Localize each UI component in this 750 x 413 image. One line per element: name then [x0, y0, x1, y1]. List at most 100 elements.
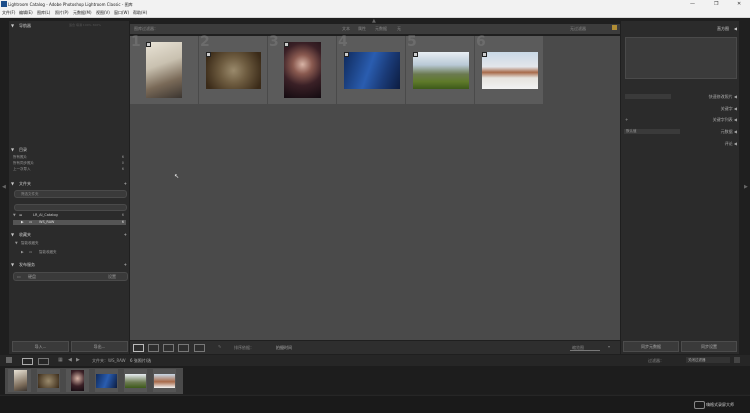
- catalog-item[interactable]: 所有照片 6: [13, 155, 126, 160]
- keywording-header[interactable]: 关键字 ◀: [623, 106, 737, 112]
- filter-attribute[interactable]: 属性: [358, 26, 366, 32]
- sync-metadata-button[interactable]: 同步元数据: [623, 341, 679, 352]
- filmstrip-thumbnail[interactable]: [95, 369, 118, 392]
- photo-count: 6 张照片/选: [130, 358, 152, 363]
- comments-header[interactable]: 评论 ◀: [623, 141, 737, 147]
- volume-item[interactable]: ▼ ▬ LR_AI_Catalog 6: [13, 213, 126, 218]
- folder-icon: ▭: [29, 220, 33, 224]
- volume-count: 6: [121, 213, 124, 217]
- menu-help[interactable]: 帮助(H): [133, 10, 147, 16]
- filmstrip-thumbnail[interactable]: [37, 369, 60, 392]
- drive-icon: ▬: [19, 213, 23, 217]
- publish-hard-drive-row[interactable]: ▭ 硬盘 设置: [13, 272, 128, 281]
- add-folder-icon[interactable]: +: [124, 181, 127, 186]
- thumbnail-cell[interactable]: 6: [475, 34, 543, 104]
- thumbnail-index: 1: [131, 34, 141, 50]
- filter-preset-dropdown[interactable]: 无过滤器: [570, 26, 586, 32]
- filter-lock-icon[interactable]: [734, 357, 740, 363]
- second-window-icon[interactable]: [38, 358, 49, 365]
- menu-window[interactable]: 窗口(W): [114, 10, 129, 16]
- minimize-button[interactable]: —: [690, 1, 695, 7]
- navigator-zoom-options[interactable]: 适合 填满 100% 300%: [69, 23, 101, 27]
- export-button[interactable]: 导出...: [71, 341, 128, 352]
- toolbar-menu-icon[interactable]: ▾: [608, 344, 610, 349]
- publish-setup-link[interactable]: 设置: [108, 274, 116, 280]
- catalog-item[interactable]: 所有同步照片 0: [13, 161, 126, 166]
- painter-icon[interactable]: ✎: [218, 344, 221, 349]
- histogram-header[interactable]: 直方图 ◀: [623, 24, 737, 32]
- thumbnail-cell[interactable]: 2: [199, 34, 267, 104]
- thumbnail-image: [146, 42, 182, 98]
- metadata-header[interactable]: 元数据 ◀: [623, 129, 737, 135]
- thumbnail-cell[interactable]: 5: [406, 34, 474, 104]
- lock-icon[interactable]: [612, 25, 617, 30]
- thumbnail-size-slider[interactable]: [570, 350, 600, 351]
- menu-view[interactable]: 视图(V): [96, 10, 110, 16]
- maximize-button[interactable]: ❐: [714, 1, 718, 7]
- thumbnail-cell[interactable]: 1: [130, 34, 198, 104]
- filter-metadata[interactable]: 元数据: [375, 26, 387, 32]
- filter-none[interactable]: 无: [397, 26, 401, 32]
- menu-edit[interactable]: 编辑(E): [19, 10, 33, 16]
- grid-view-icon[interactable]: [133, 344, 144, 352]
- publish-item-label: 硬盘: [28, 274, 36, 279]
- source-path[interactable]: 文件夹：WS_RAW: [92, 358, 126, 364]
- thumbnail-cell[interactable]: 3: [268, 34, 336, 104]
- smart-collection-icon: ▭: [29, 250, 33, 254]
- quick-develop-header[interactable]: 快速修改照片 ◀: [623, 94, 737, 100]
- right-panel-toggle-icon[interactable]: ▶: [744, 184, 748, 190]
- catalog-header[interactable]: ▼ 目录: [11, 147, 127, 153]
- loupe-view-icon[interactable]: [148, 344, 159, 352]
- photo-badge-icon: [284, 42, 289, 47]
- sync-settings-button[interactable]: 同步设置: [681, 341, 737, 352]
- publish-services-header[interactable]: ▼ 发布服务 +: [11, 262, 127, 268]
- grid-mode-icon[interactable]: ▦: [58, 357, 63, 363]
- filmstrip-thumbnail[interactable]: [153, 369, 176, 392]
- catalog-item[interactable]: 上一次导入 6: [13, 167, 126, 172]
- keyword-list-header[interactable]: 关键字列表 ◀: [623, 117, 737, 123]
- add-collection-icon[interactable]: +: [124, 232, 127, 237]
- forward-arrow-icon[interactable]: ▶: [76, 357, 80, 363]
- filmstrip-navigation-bar: ▦ ◀ ▶ 文件夹：WS_RAW 6 张照片/选 过滤器： 关闭过滤器: [0, 355, 750, 366]
- left-panel-toggle-icon[interactable]: ◀: [2, 184, 6, 190]
- collection-item[interactable]: ▶ ▭ 智能收藏夹: [13, 250, 126, 255]
- folder-search-field[interactable]: 筛选文件夹: [14, 190, 127, 198]
- menu-library[interactable]: 图库(L): [37, 10, 50, 16]
- people-view-icon[interactable]: [194, 344, 205, 352]
- secondary-window-icon[interactable]: [6, 357, 12, 363]
- collapse-triangle-icon: ▼: [11, 23, 15, 28]
- close-button[interactable]: ✕: [737, 1, 741, 7]
- thumbnail-image: [206, 52, 261, 89]
- catalog-item-label: 上一次导入: [13, 167, 31, 171]
- menu-photo[interactable]: 照片(P): [55, 10, 69, 16]
- expand-triangle-icon: ▶: [21, 220, 24, 224]
- filmstrip-thumbnail[interactable]: [124, 369, 147, 392]
- main-window-icon[interactable]: [22, 358, 33, 365]
- thumbnail-cell[interactable]: 4: [337, 34, 405, 104]
- filmstrip-thumbnail[interactable]: [66, 369, 89, 392]
- sort-dropdown[interactable]: 拍摄时间: [276, 345, 292, 351]
- menu-bar: 文件(F) 编辑(E) 图库(L) 照片(P) 元数据(M) 视图(V) 窗口(…: [0, 9, 750, 18]
- filter-text[interactable]: 文本: [342, 26, 350, 32]
- expand-triangle-icon: ▼: [15, 241, 18, 245]
- window-title: Lightroom Catalog - Adobe Photoshop Ligh…: [8, 2, 133, 7]
- folder-item-ws-raw[interactable]: ▶ ▭ WS_RAW 6: [13, 220, 126, 225]
- survey-view-icon[interactable]: [178, 344, 189, 352]
- photo-badge-icon: [344, 52, 349, 57]
- import-button[interactable]: 导入...: [12, 341, 69, 352]
- filmstrip-filter-dropdown[interactable]: 关闭过滤器: [686, 357, 730, 363]
- collections-header[interactable]: ▼ 收藏夹 +: [11, 232, 127, 238]
- menu-metadata[interactable]: 元数据(M): [73, 10, 92, 16]
- filmstrip-thumbnail[interactable]: [8, 369, 31, 392]
- folder-view-dropdown[interactable]: [14, 204, 127, 211]
- sort-label: 排序依据：: [234, 345, 254, 350]
- folders-header[interactable]: ▼ 文件夹 +: [11, 181, 127, 187]
- compare-view-icon[interactable]: [163, 344, 174, 352]
- add-publish-icon[interactable]: +: [124, 262, 127, 267]
- expand-triangle-icon: ▶: [21, 250, 24, 254]
- collection-item[interactable]: ▼ 智能收藏夹: [13, 241, 126, 246]
- navigator-header[interactable]: ▼ 导航器 适合 填满 100% 300%: [11, 22, 127, 29]
- title-bar: Lightroom Catalog - Adobe Photoshop Ligh…: [0, 0, 750, 9]
- menu-file[interactable]: 文件(F): [2, 10, 15, 16]
- back-arrow-icon[interactable]: ◀: [68, 357, 72, 363]
